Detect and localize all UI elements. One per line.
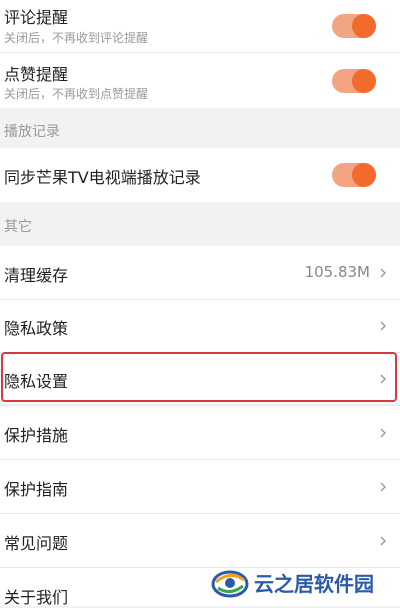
toggle-knob [352, 163, 376, 187]
cache-size-value: 105.83M [304, 263, 370, 281]
settings-page: 评论提醒 关闭后，不再收到评论提醒 点赞提醒 关闭后，不再收到点赞提醒 播放记录… [0, 0, 400, 607]
sync-playback-row: 同步芒果TV电视端播放记录 [0, 148, 400, 202]
toggle-knob [352, 14, 376, 38]
protection-measures-label: 保护措施 [4, 426, 69, 445]
protection-measures-row[interactable]: 保护措施 [0, 406, 400, 459]
section-other-label: 其它 [4, 219, 32, 235]
like-reminder-subtitle: 关闭后，不再收到点赞提醒 [4, 87, 149, 101]
toggle-knob [352, 69, 376, 93]
watermark-text: 云之居软件园 [254, 572, 374, 596]
comment-reminder-toggle[interactable] [332, 14, 376, 38]
like-reminder-toggle[interactable] [332, 69, 376, 93]
chevron-right-icon [378, 428, 388, 438]
chevron-right-icon [378, 482, 388, 492]
chevron-right-icon [378, 268, 388, 278]
sync-playback-title: 同步芒果TV电视端播放记录 [4, 168, 201, 187]
chevron-right-icon [378, 536, 388, 546]
sync-playback-toggle[interactable] [332, 163, 376, 187]
comment-reminder-title: 评论提醒 [4, 8, 69, 27]
chevron-right-icon [378, 374, 388, 384]
clear-cache-label: 清理缓存 [4, 266, 69, 285]
privacy-settings-label: 隐私设置 [4, 372, 69, 391]
watermark-logo-icon [211, 570, 249, 598]
section-playback: 播放记录 [0, 108, 400, 148]
comment-reminder-row: 评论提醒 关闭后，不再收到评论提醒 [0, 0, 400, 52]
chevron-right-icon [378, 321, 388, 331]
clear-cache-row[interactable]: 清理缓存 105.83M [0, 246, 400, 299]
like-reminder-row: 点赞提醒 关闭后，不再收到点赞提醒 [0, 53, 400, 108]
like-reminder-title: 点赞提醒 [4, 65, 69, 84]
about-us-label: 关于我们 [4, 588, 69, 607]
section-playback-label: 播放记录 [4, 124, 60, 140]
comment-reminder-subtitle: 关闭后，不再收到评论提醒 [4, 31, 149, 45]
faq-label: 常见问题 [4, 534, 69, 553]
protection-guide-label: 保护指南 [4, 480, 69, 499]
privacy-settings-row[interactable]: 隐私设置 [0, 353, 400, 403]
section-other: 其它 [0, 202, 400, 246]
protection-guide-row[interactable]: 保护指南 [0, 460, 400, 513]
privacy-policy-label: 隐私政策 [4, 319, 69, 338]
privacy-policy-row[interactable]: 隐私政策 [0, 300, 400, 352]
site-watermark: 云之居软件园 [210, 560, 400, 606]
